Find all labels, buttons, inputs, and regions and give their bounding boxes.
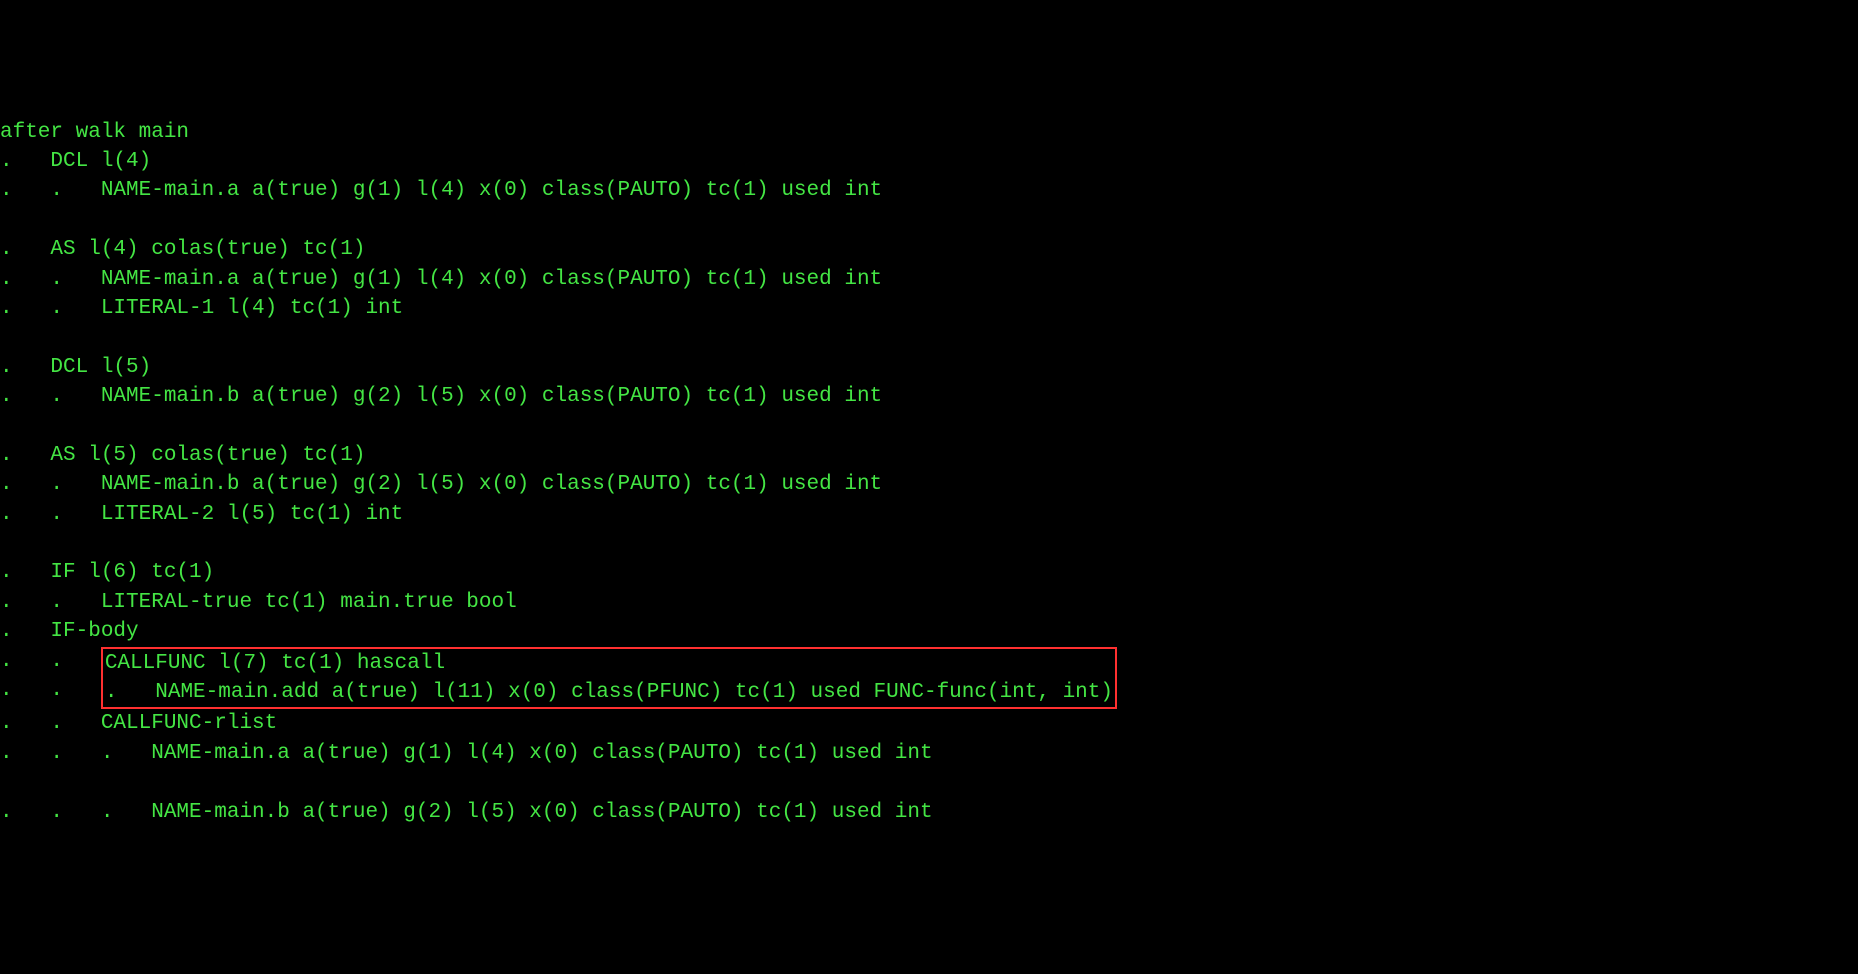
terminal-line: . IF-body bbox=[0, 617, 1858, 646]
terminal-line bbox=[0, 323, 1858, 352]
highlighted-line: CALLFUNC l(7) tc(1) hascall bbox=[105, 649, 1113, 678]
terminal-line bbox=[0, 768, 1858, 797]
terminal-line: . DCL l(5) bbox=[0, 353, 1858, 382]
terminal-line: . . NAME-main.a a(true) g(1) l(4) x(0) c… bbox=[0, 265, 1858, 294]
terminal-line: . . . NAME-main.a a(true) g(1) l(4) x(0)… bbox=[0, 739, 1858, 768]
terminal-line: . . NAME-main.b a(true) g(2) l(5) x(0) c… bbox=[0, 470, 1858, 499]
terminal-line bbox=[0, 529, 1858, 558]
terminal-line: . AS l(4) colas(true) tc(1) bbox=[0, 235, 1858, 264]
terminal-line: . DCL l(4) bbox=[0, 147, 1858, 176]
terminal-line-prefix: . . bbox=[0, 647, 101, 676]
terminal-output: after walk main. DCL l(4). . NAME-main.a… bbox=[0, 118, 1858, 827]
terminal-line: . . NAME-main.b a(true) g(2) l(5) x(0) c… bbox=[0, 382, 1858, 411]
terminal-line: . . CALLFUNC-rlist bbox=[0, 709, 1858, 738]
terminal-line-prefix: . . bbox=[0, 676, 101, 705]
highlight-prefix-column: . . . . bbox=[0, 647, 101, 706]
terminal-line: . IF l(6) tc(1) bbox=[0, 558, 1858, 587]
highlight-box: CALLFUNC l(7) tc(1) hascall . NAME-main.… bbox=[101, 647, 1117, 710]
terminal-line: after walk main bbox=[0, 118, 1858, 147]
terminal-line: . . LITERAL-2 l(5) tc(1) int bbox=[0, 500, 1858, 529]
highlighted-section-row: . . . . CALLFUNC l(7) tc(1) hascall . NA… bbox=[0, 647, 1858, 710]
terminal-line bbox=[0, 411, 1858, 440]
terminal-line: . AS l(5) colas(true) tc(1) bbox=[0, 441, 1858, 470]
terminal-line bbox=[0, 206, 1858, 235]
terminal-line: . . LITERAL-1 l(4) tc(1) int bbox=[0, 294, 1858, 323]
terminal-line: . . . NAME-main.b a(true) g(2) l(5) x(0)… bbox=[0, 798, 1858, 827]
terminal-line: . . LITERAL-true tc(1) main.true bool bbox=[0, 588, 1858, 617]
highlighted-line: . NAME-main.add a(true) l(11) x(0) class… bbox=[105, 678, 1113, 707]
terminal-line: . . NAME-main.a a(true) g(1) l(4) x(0) c… bbox=[0, 176, 1858, 205]
